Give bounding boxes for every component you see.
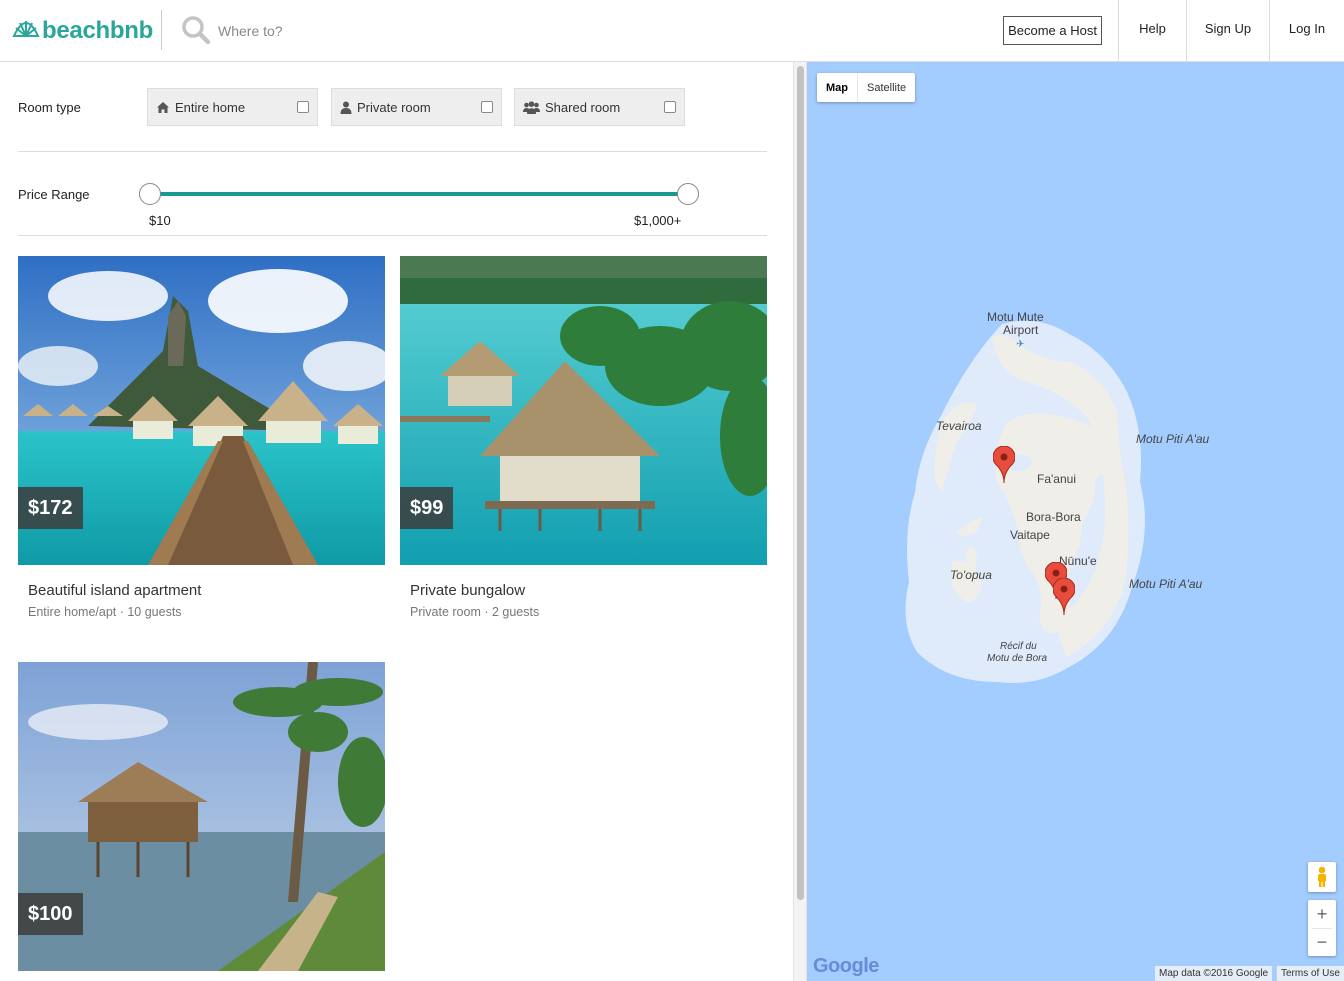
room-type-label-private: Private room: [357, 99, 431, 115]
brand-name: beachbnb: [42, 17, 153, 44]
airport-icon: ✈: [1016, 339, 1025, 350]
price-min-label: $10: [149, 213, 171, 228]
logo[interactable]: beachbnb: [12, 14, 153, 48]
plus-icon: +: [1316, 903, 1328, 924]
map-label-motu-piti-north: Motu Piti A'au: [1136, 432, 1210, 446]
map-type-satellite-button[interactable]: Satellite: [858, 73, 915, 102]
price-badge: $172: [18, 487, 83, 529]
user-icon: [340, 101, 352, 114]
room-type-label-shared: Shared room: [545, 99, 621, 115]
room-type-label: Room type: [18, 100, 81, 115]
log-in-link[interactable]: Log In: [1270, 0, 1344, 62]
terms-of-use-link[interactable]: Terms of Use: [1276, 966, 1344, 981]
map-label-recif-line2: Motu de Bora: [987, 653, 1048, 664]
listing-photo[interactable]: $172: [18, 256, 385, 565]
zoom-in-button[interactable]: +: [1308, 900, 1336, 928]
listing-title[interactable]: Beautiful island apartment: [28, 582, 385, 599]
header-divider: [161, 10, 162, 50]
room-type-shared-room[interactable]: Shared room: [514, 88, 685, 126]
map-label-tevairoa: Tevairoa: [936, 419, 982, 433]
listing-photo[interactable]: $99: [400, 256, 767, 565]
log-in-link-label: Log In: [1288, 20, 1326, 36]
home-icon: [156, 101, 170, 114]
listing-card[interactable]: $172 Beautiful island apartment Entire h…: [18, 256, 385, 619]
listing-card[interactable]: $100: [18, 662, 385, 971]
map-type-map-button[interactable]: Map: [817, 73, 858, 102]
search-input[interactable]: [218, 18, 518, 44]
price-slider-track[interactable]: [150, 192, 688, 196]
scrollbar[interactable]: [793, 62, 807, 981]
map[interactable]: Map Satellite Motu Mute Airport ✈ Tevair…: [807, 62, 1344, 981]
listing-card[interactable]: $99 Private bungalow Private room · 2 gu…: [400, 256, 767, 619]
google-logo[interactable]: Google: [813, 955, 879, 978]
map-label-vaitape: Vaitape: [1010, 528, 1050, 542]
map-label-bora-bora: Bora-Bora: [1026, 510, 1081, 524]
help-link[interactable]: Help: [1119, 0, 1186, 62]
map-label-recif-line1: Récif du: [1000, 641, 1037, 652]
map-label-faanui: Fa'anui: [1037, 472, 1076, 486]
map-type-control: Map Satellite: [817, 73, 916, 102]
entire-home-checkbox[interactable]: [297, 101, 309, 113]
map-label-motu-piti-south: Motu Piti A'au: [1129, 577, 1203, 591]
listing-title[interactable]: Private bungalow: [410, 582, 767, 599]
top-nav: beachbnb Become a Host Help Sign Up Log …: [0, 0, 1344, 62]
map-label-topua: To'opua: [950, 568, 992, 582]
scrollbar-thumb[interactable]: [797, 66, 804, 900]
zoom-control: + −: [1308, 900, 1336, 956]
map-marker-icon[interactable]: [992, 445, 1016, 489]
private-room-checkbox[interactable]: [481, 101, 493, 113]
listing-photo[interactable]: $100: [18, 662, 385, 971]
sign-up-link[interactable]: Sign Up: [1187, 0, 1269, 62]
price-range-label: Price Range: [18, 187, 90, 202]
map-label-airport: Airport: [1003, 323, 1039, 337]
shell-logo-icon: [12, 16, 40, 47]
listing-subtitle: Private room · 2 guests: [410, 605, 540, 619]
minus-icon: −: [1316, 931, 1328, 952]
room-type-label-entire: Entire home: [175, 99, 246, 115]
become-host-button[interactable]: Become a Host: [1003, 16, 1102, 45]
users-icon: [523, 100, 540, 114]
price-badge: $100: [18, 893, 83, 935]
room-type-entire-home[interactable]: Entire home: [147, 88, 318, 126]
room-type-private-room[interactable]: Private room: [331, 88, 502, 126]
price-slider-max-handle[interactable]: [677, 183, 699, 205]
shared-room-checkbox[interactable]: [664, 101, 676, 113]
pegman-icon: [1316, 866, 1328, 893]
price-max-label: $1,000+: [634, 213, 682, 228]
help-link-label: Help: [1139, 20, 1166, 36]
divider: [18, 235, 767, 236]
zoom-out-button[interactable]: −: [1308, 928, 1336, 956]
street-view-pegman[interactable]: [1308, 862, 1336, 892]
map-data-attribution: Map data ©2016 Google: [1155, 966, 1273, 981]
price-badge: $99: [400, 487, 454, 529]
listings-panel: Room type Entire home Private room Share…: [0, 62, 793, 981]
sign-up-link-label: Sign Up: [1204, 20, 1252, 36]
price-slider-min-handle[interactable]: [139, 183, 161, 205]
search-icon: [181, 15, 211, 50]
divider: [18, 151, 767, 152]
listing-subtitle: Entire home/apt · 10 guests: [28, 605, 182, 619]
map-marker-icon[interactable]: [1052, 577, 1076, 621]
google-logo-text: Google: [813, 955, 879, 977]
